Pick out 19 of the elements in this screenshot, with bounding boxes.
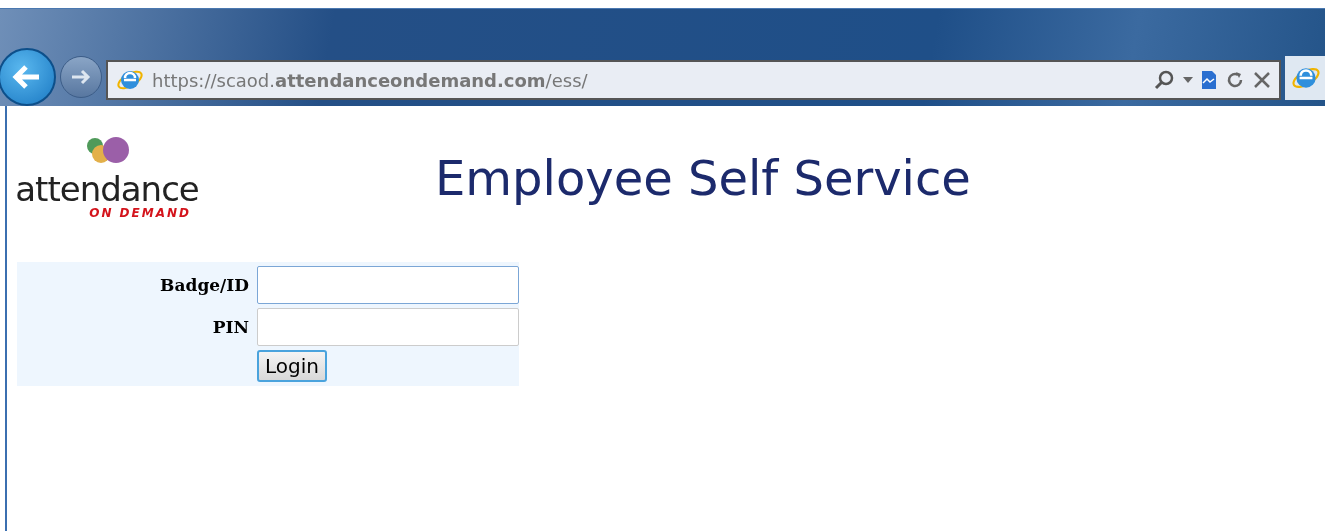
search-icon[interactable] <box>1153 69 1175 91</box>
input-field[interactable] <box>257 308 519 346</box>
forward-button[interactable] <box>60 56 102 98</box>
login-button[interactable]: Login <box>257 350 327 382</box>
field-label: PIN <box>211 317 249 337</box>
url-text: https://scaod.attendanceondemand.com/ess/ <box>152 69 589 91</box>
caret-icon[interactable] <box>1183 77 1193 83</box>
browser-tab[interactable] <box>1285 56 1325 100</box>
field-label: Badge/ID <box>159 275 249 295</box>
logo-tagline: ON DEMAND <box>89 206 191 220</box>
page-icon[interactable] <box>1201 70 1217 90</box>
logo-wordmark: attendance <box>15 172 199 206</box>
address-bar[interactable]: https://scaod.attendanceondemand.com/ess/ <box>106 60 1281 100</box>
input-field[interactable] <box>257 266 519 304</box>
close-icon[interactable] <box>1253 71 1271 89</box>
back-button[interactable] <box>0 48 56 106</box>
page-title: Employee Self Service <box>435 150 971 206</box>
arrow-right-icon <box>70 68 92 86</box>
refresh-icon[interactable] <box>1225 70 1245 90</box>
